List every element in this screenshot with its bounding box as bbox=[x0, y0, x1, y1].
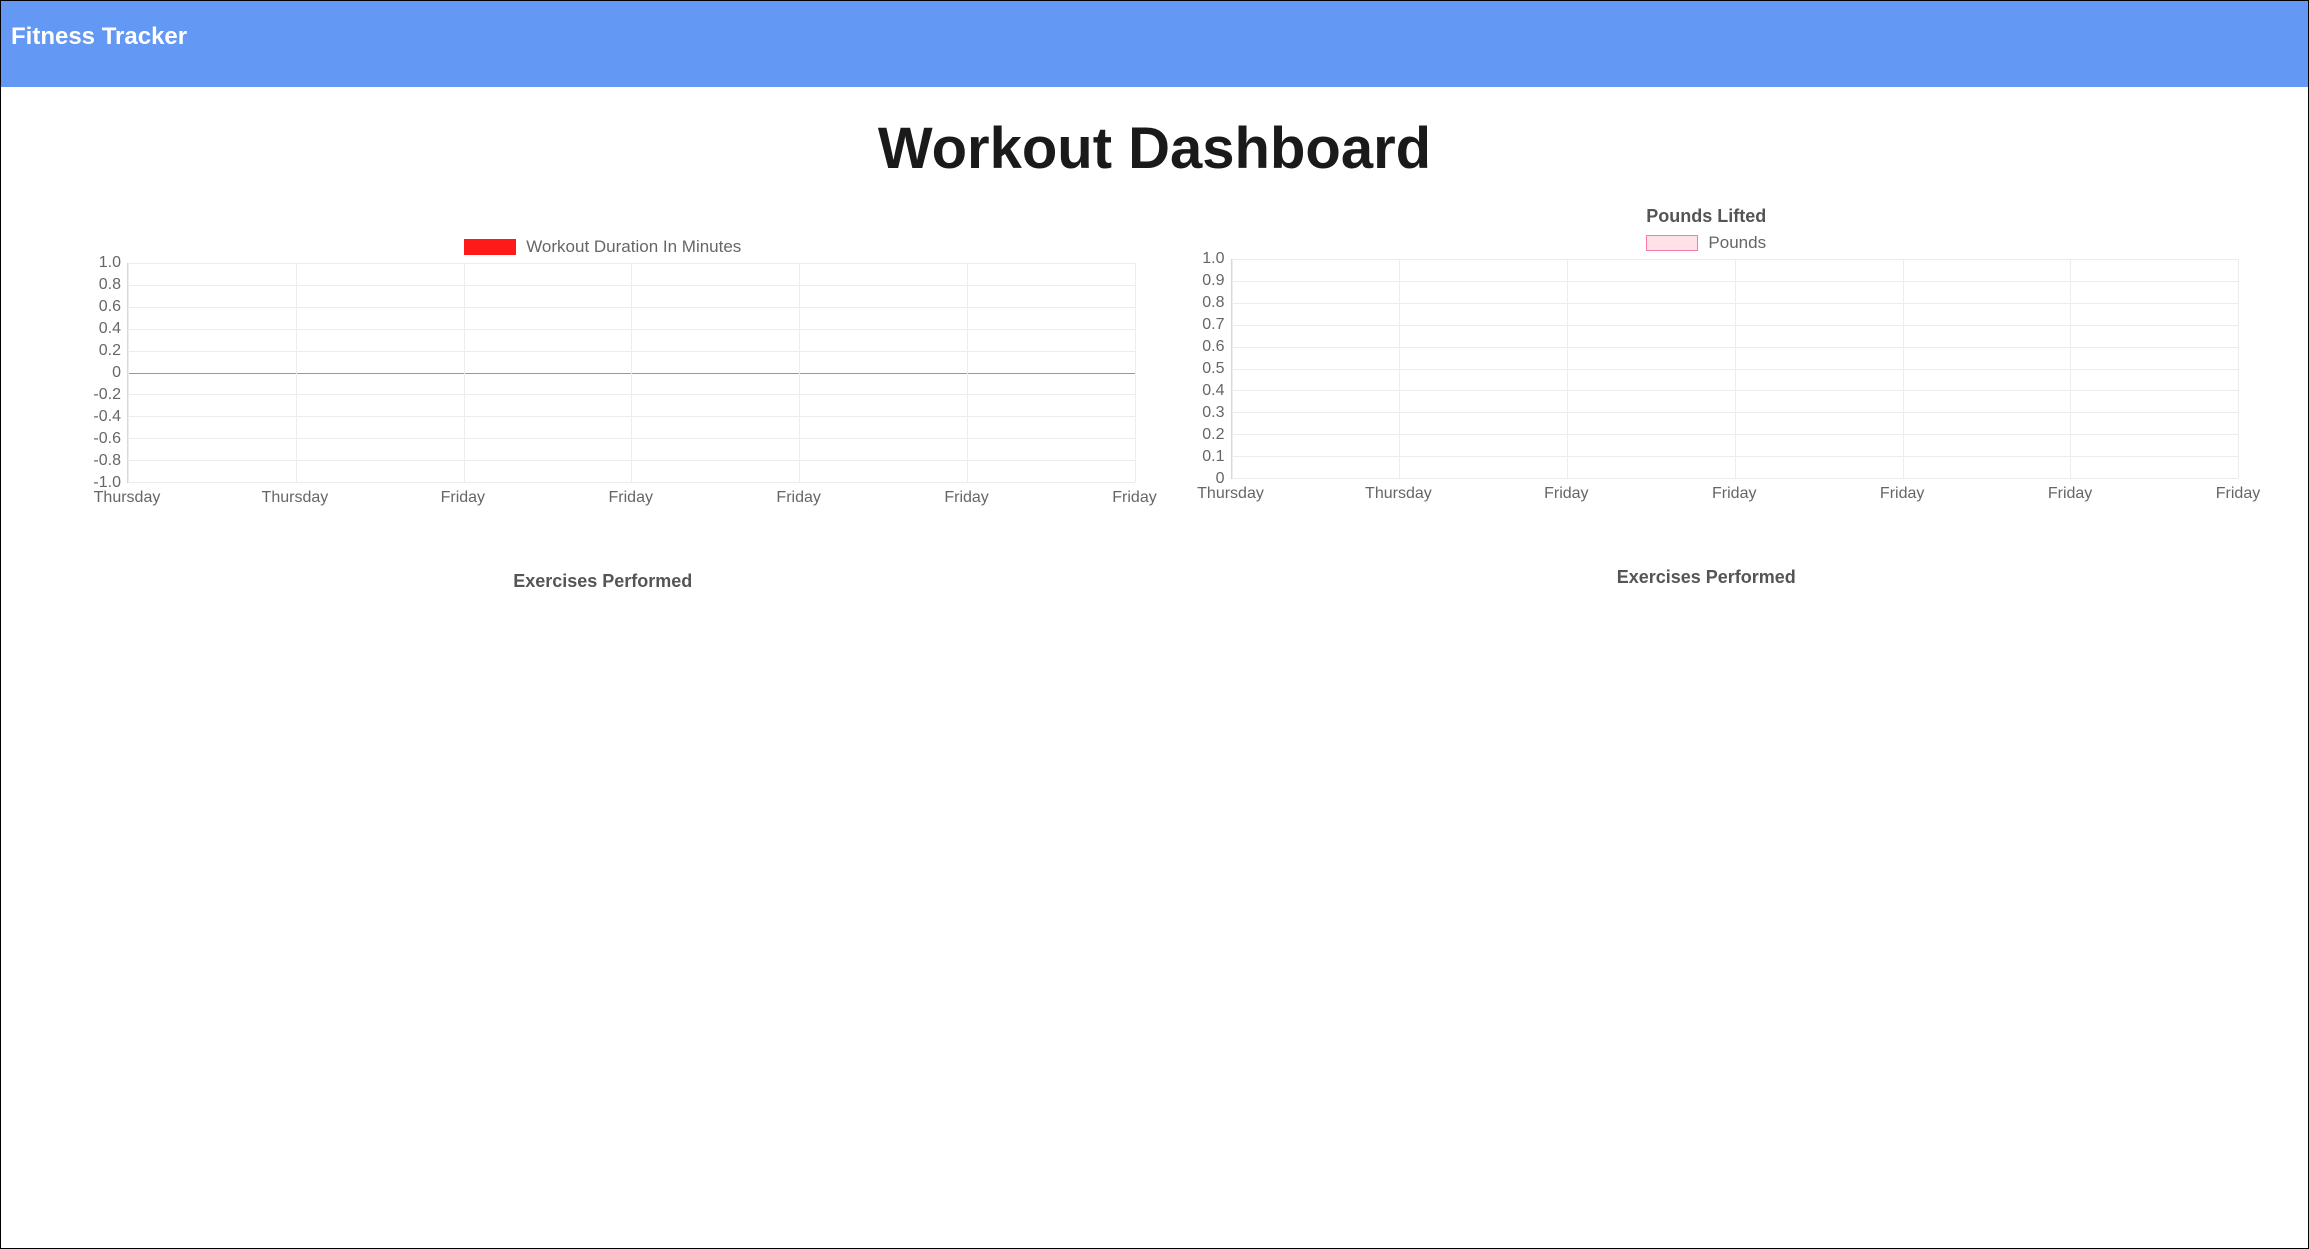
y-tick-label: 0.9 bbox=[1202, 272, 1224, 290]
legend-swatch-duration bbox=[464, 239, 516, 255]
top-navbar: Fitness Tracker bbox=[1, 1, 2308, 87]
y-tick-label: 0.6 bbox=[1202, 338, 1224, 356]
x-tick-label: Thursday bbox=[1365, 479, 1432, 503]
y-tick-label: 1.0 bbox=[1202, 250, 1224, 268]
x-tick-label: Friday bbox=[441, 483, 485, 507]
grid-line-vertical bbox=[2070, 259, 2071, 478]
y-tick-label: 0.2 bbox=[1202, 426, 1224, 444]
x-tick-label: Friday bbox=[944, 483, 988, 507]
y-tick-label: 0.1 bbox=[1202, 448, 1224, 466]
plot-area-duration bbox=[127, 263, 1135, 483]
y-tick-label: 0.6 bbox=[99, 298, 121, 316]
grid-line-vertical bbox=[2238, 259, 2239, 478]
grid-line-vertical bbox=[1232, 259, 1233, 478]
y-tick-label: 0.8 bbox=[99, 276, 121, 294]
grid-line-vertical bbox=[799, 263, 800, 482]
y-tick-label: 0 bbox=[112, 364, 121, 382]
y-tick-label: 0.8 bbox=[1202, 294, 1224, 312]
grid-line-vertical bbox=[1399, 259, 1400, 478]
legend-swatch-pounds bbox=[1646, 235, 1698, 251]
chart-title-pounds: Pounds Lifted bbox=[1175, 206, 2239, 227]
plot-area-pounds bbox=[1231, 259, 2239, 479]
grid-line-vertical bbox=[464, 263, 465, 482]
x-tick-label: Friday bbox=[2048, 479, 2092, 503]
grid-line-vertical bbox=[967, 263, 968, 482]
grid-line-vertical bbox=[1903, 259, 1904, 478]
legend-label-duration: Workout Duration In Minutes bbox=[526, 237, 741, 257]
x-tick-label: Friday bbox=[1544, 479, 1588, 503]
x-tick-label: Friday bbox=[1880, 479, 1924, 503]
y-tick-label: 0.4 bbox=[1202, 382, 1224, 400]
duration-chart[interactable]: 1.00.80.60.40.20-0.2-0.4-0.6-0.8-1.0 bbox=[71, 263, 1135, 483]
legend-label-pounds: Pounds bbox=[1708, 233, 1766, 253]
y-tick-label: 0.4 bbox=[99, 320, 121, 338]
y-axis-pounds: 1.00.90.80.70.60.50.40.30.20.10 bbox=[1175, 259, 1231, 479]
x-tick-label: Friday bbox=[1112, 483, 1156, 507]
x-tick-label: Friday bbox=[1712, 479, 1756, 503]
grid-line-vertical bbox=[128, 263, 129, 482]
y-tick-label: 0.5 bbox=[1202, 360, 1224, 378]
y-tick-label: 1.0 bbox=[99, 254, 121, 272]
y-tick-label: 0.3 bbox=[1202, 404, 1224, 422]
y-tick-label: -0.2 bbox=[93, 386, 121, 404]
app-brand[interactable]: Fitness Tracker bbox=[11, 23, 2298, 51]
grid-line-vertical bbox=[1567, 259, 1568, 478]
x-tick-label: Friday bbox=[2216, 479, 2260, 503]
x-tick-label: Thursday bbox=[1197, 479, 1264, 503]
x-tick-label: Thursday bbox=[94, 483, 161, 507]
page-root: Fitness Tracker Workout Dashboard Workou… bbox=[0, 0, 2309, 1249]
x-tick-label: Friday bbox=[776, 483, 820, 507]
y-tick-label: -0.4 bbox=[93, 408, 121, 426]
grid-line-vertical bbox=[296, 263, 297, 482]
x-tick-label: Thursday bbox=[262, 483, 329, 507]
y-tick-label: 0.7 bbox=[1202, 316, 1224, 334]
dashboard-grid: Workout Duration In Minutes 1.0 0.8 0.6 0.4… bbox=[1, 206, 2308, 592]
legend-duration[interactable]: Workout Duration In Minutes bbox=[71, 237, 1135, 257]
grid-line-vertical bbox=[631, 263, 632, 482]
legend-pounds[interactable]: Pounds bbox=[1175, 233, 2239, 253]
y-tick-label: -0.8 bbox=[93, 452, 121, 470]
pounds-chart[interactable]: 1.00.90.80.70.60.50.40.30.20.10 bbox=[1175, 259, 2239, 479]
subtitle-duration-exercises: Exercises Performed bbox=[71, 571, 1135, 592]
grid-line-vertical bbox=[1135, 263, 1136, 482]
x-axis-duration: ThursdayThursdayFridayFridayFridayFriday… bbox=[127, 483, 1135, 511]
grid-line-vertical bbox=[1735, 259, 1736, 478]
subtitle-pounds-exercises: Exercises Performed bbox=[1175, 567, 2239, 588]
y-axis-duration: 1.00.80.60.40.20-0.2-0.4-0.6-0.8-1.0 bbox=[71, 263, 127, 483]
panel-duration: Workout Duration In Minutes 1.0 0.8 0.6 0.4… bbox=[71, 206, 1135, 592]
x-tick-label: Friday bbox=[609, 483, 653, 507]
y-tick-label: -0.6 bbox=[93, 430, 121, 448]
panel-pounds: Pounds Lifted Pounds 1.0 0.9 0.8 0.7 0.6 0.5 0… bbox=[1175, 206, 2239, 592]
page-title: Workout Dashboard bbox=[1, 115, 2308, 182]
x-axis-pounds: ThursdayThursdayFridayFridayFridayFriday… bbox=[1231, 479, 2239, 507]
y-tick-label: 0.2 bbox=[99, 342, 121, 360]
